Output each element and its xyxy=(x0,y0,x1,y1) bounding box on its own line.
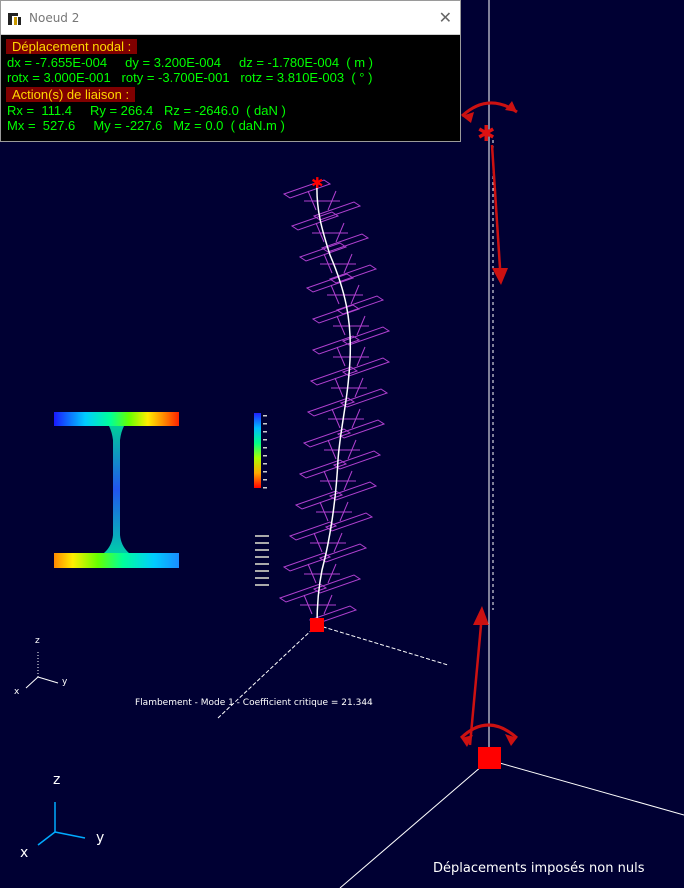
force-arrowhead-up xyxy=(473,606,489,625)
cross-section-view xyxy=(54,412,179,568)
axis-triad-large xyxy=(37,802,86,846)
window-title: Noeud 2 xyxy=(29,11,80,25)
section-stack xyxy=(278,179,391,625)
force-arrowhead-down xyxy=(492,268,508,285)
displacement-line-2: rotx = 3.000E-001 roty = -3.700E-001 rot… xyxy=(7,70,373,85)
app-logo-icon xyxy=(8,11,22,25)
axis-small-y-label: y xyxy=(62,677,68,687)
reactions-header: Action(s) de liaison : xyxy=(6,87,136,102)
axis-large-x-line xyxy=(37,831,56,846)
beam-section-outline xyxy=(302,428,382,470)
minor-label-mark xyxy=(255,577,269,579)
legend-tick xyxy=(263,423,267,425)
minor-label-mark xyxy=(255,535,269,537)
node-top-marker[interactable]: ✱ xyxy=(311,174,324,192)
bottom-flange xyxy=(54,553,179,568)
axis-large-z-label: z xyxy=(53,772,60,788)
axis-small-x-label: x xyxy=(14,687,20,697)
buckling-caption: Flambement - Mode 1 - Coefficient critiq… xyxy=(135,698,373,708)
legend-scale-bar xyxy=(254,413,261,488)
axis-small-y-line xyxy=(37,676,59,684)
legend-tick xyxy=(263,471,267,473)
legend-tick xyxy=(263,431,267,433)
reactions-line-1: Rx = 111.4 Ry = 266.4 Rz = -2646.0 ( daN… xyxy=(7,103,286,118)
support-node-small[interactable] xyxy=(310,618,324,632)
axis-triad-small xyxy=(25,650,59,689)
displacement-line-1: dx = -7.655E-004 dy = 3.200E-004 dz = -1… xyxy=(7,55,374,70)
axis-small-z-label: z xyxy=(35,636,40,646)
ground-line-right xyxy=(488,759,684,816)
legend-tick xyxy=(263,463,267,465)
axis-large-y-label: y xyxy=(96,830,104,846)
legend-tick xyxy=(263,447,267,449)
minor-label-mark xyxy=(255,556,269,558)
node-top-marker-large[interactable]: ✱ xyxy=(477,122,495,147)
legend-tick xyxy=(263,415,267,417)
reactions-line-2: Mx = 527.6 My = -227.6 Mz = 0.0 ( daN.m … xyxy=(7,118,285,133)
minor-label-mark xyxy=(255,563,269,565)
legend-tick xyxy=(263,439,267,441)
legend-tick xyxy=(263,487,267,489)
node-info-window[interactable]: Noeud 2 ✕ Déplacement nodal : dx = -7.65… xyxy=(0,0,461,142)
minor-label-mark xyxy=(255,570,269,572)
window-titlebar[interactable]: Noeud 2 ✕ xyxy=(1,1,460,35)
axis-large-x-label: x xyxy=(20,845,28,861)
legend-tick xyxy=(263,479,267,481)
top-flange xyxy=(54,412,179,426)
web xyxy=(104,426,129,553)
minor-label-mark xyxy=(255,542,269,544)
ground-line-right-small xyxy=(316,624,449,666)
color-legend xyxy=(254,413,267,489)
legend-tick xyxy=(263,455,267,457)
axis-small-x-line xyxy=(25,676,39,689)
minor-label-mark xyxy=(255,549,269,551)
minor-label-mark xyxy=(255,584,269,586)
support-node-large[interactable] xyxy=(478,747,501,769)
axis-large-y-line xyxy=(54,831,86,839)
minor-labels xyxy=(255,535,269,586)
imposed-displacements-label: Déplacements imposés non nuls xyxy=(433,861,645,876)
displacement-header: Déplacement nodal : xyxy=(6,39,138,54)
close-icon[interactable]: ✕ xyxy=(439,8,452,27)
